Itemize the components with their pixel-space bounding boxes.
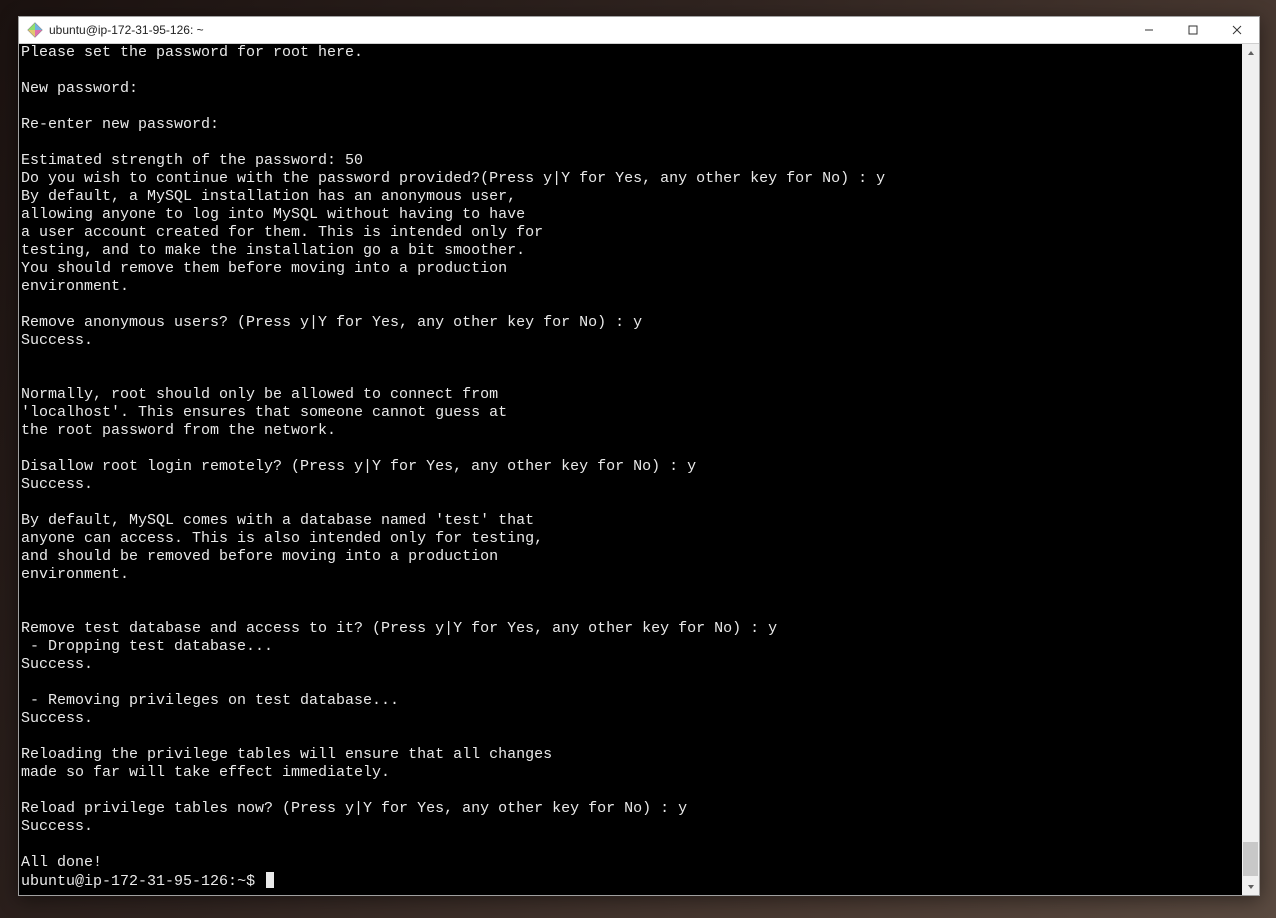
window-titlebar[interactable]: ubuntu@ip-172-31-95-126: ~ <box>19 17 1259 44</box>
terminal-body-wrap: Please set the password for root here. N… <box>19 44 1259 895</box>
prompt-path: ~ <box>237 873 246 890</box>
terminal-line: Do you wish to continue with the passwor… <box>21 170 1242 188</box>
maximize-button[interactable] <box>1171 17 1215 43</box>
terminal-line <box>21 584 1242 602</box>
terminal-line <box>21 782 1242 800</box>
terminal-line: a user account created for them. This is… <box>21 224 1242 242</box>
terminal-line <box>21 62 1242 80</box>
terminal-line: By default, MySQL comes with a database … <box>21 512 1242 530</box>
terminal-line: Success. <box>21 710 1242 728</box>
terminal-line <box>21 98 1242 116</box>
terminal-line: testing, and to make the installation go… <box>21 242 1242 260</box>
terminal-line: anyone can access. This is also intended… <box>21 530 1242 548</box>
minimize-button[interactable] <box>1127 17 1171 43</box>
terminal-line: Reloading the privilege tables will ensu… <box>21 746 1242 764</box>
scroll-thumb[interactable] <box>1243 842 1258 876</box>
terminal-line: Success. <box>21 818 1242 836</box>
terminal-line: Remove test database and access to it? (… <box>21 620 1242 638</box>
terminal-line: Normally, root should only be allowed to… <box>21 386 1242 404</box>
terminal-line <box>21 296 1242 314</box>
terminal-line: Disallow root login remotely? (Press y|Y… <box>21 458 1242 476</box>
terminal-line: Success. <box>21 476 1242 494</box>
terminal-line <box>21 350 1242 368</box>
terminal-line: - Dropping test database... <box>21 638 1242 656</box>
terminal-line: and should be removed before moving into… <box>21 548 1242 566</box>
terminal-prompt-line[interactable]: ubuntu@ip-172-31-95-126:~$ <box>21 872 1242 891</box>
window-title: ubuntu@ip-172-31-95-126: ~ <box>49 23 1127 37</box>
scroll-down-arrow-icon[interactable] <box>1242 878 1259 895</box>
terminal-line: environment. <box>21 566 1242 584</box>
terminal-line: Estimated strength of the password: 50 <box>21 152 1242 170</box>
scroll-up-arrow-icon[interactable] <box>1242 44 1259 61</box>
terminal-output[interactable]: Please set the password for root here. N… <box>19 44 1242 895</box>
terminal-line <box>21 674 1242 692</box>
terminal-line: Remove anonymous users? (Press y|Y for Y… <box>21 314 1242 332</box>
close-button[interactable] <box>1215 17 1259 43</box>
prompt-user-host: ubuntu@ip-172-31-95-126 <box>21 873 228 890</box>
terminal-line: Re-enter new password: <box>21 116 1242 134</box>
prompt-symbol: $ <box>246 873 264 890</box>
terminal-line: Reload privilege tables now? (Press y|Y … <box>21 800 1242 818</box>
terminal-line <box>21 440 1242 458</box>
terminal-line <box>21 602 1242 620</box>
terminal-line: 'localhost'. This ensures that someone c… <box>21 404 1242 422</box>
terminal-line: By default, a MySQL installation has an … <box>21 188 1242 206</box>
app-icon <box>27 22 43 38</box>
prompt-separator: : <box>228 873 237 890</box>
terminal-line <box>21 494 1242 512</box>
terminal-cursor <box>266 872 274 888</box>
terminal-line: Success. <box>21 656 1242 674</box>
terminal-line: Success. <box>21 332 1242 350</box>
terminal-line: New password: <box>21 80 1242 98</box>
terminal-line <box>21 368 1242 386</box>
terminal-line: You should remove them before moving int… <box>21 260 1242 278</box>
terminal-line <box>21 134 1242 152</box>
terminal-line: the root password from the network. <box>21 422 1242 440</box>
terminal-line: - Removing privileges on test database..… <box>21 692 1242 710</box>
terminal-line <box>21 836 1242 854</box>
desktop-background: ubuntu@ip-172-31-95-126: ~ Please set th… <box>0 0 1276 918</box>
terminal-line: environment. <box>21 278 1242 296</box>
vertical-scrollbar[interactable] <box>1242 44 1259 895</box>
terminal-window: ubuntu@ip-172-31-95-126: ~ Please set th… <box>18 16 1260 896</box>
terminal-line: Please set the password for root here. <box>21 44 1242 62</box>
terminal-line: allowing anyone to log into MySQL withou… <box>21 206 1242 224</box>
terminal-line: made so far will take effect immediately… <box>21 764 1242 782</box>
terminal-line <box>21 728 1242 746</box>
terminal-line: All done! <box>21 854 1242 872</box>
window-controls <box>1127 17 1259 43</box>
